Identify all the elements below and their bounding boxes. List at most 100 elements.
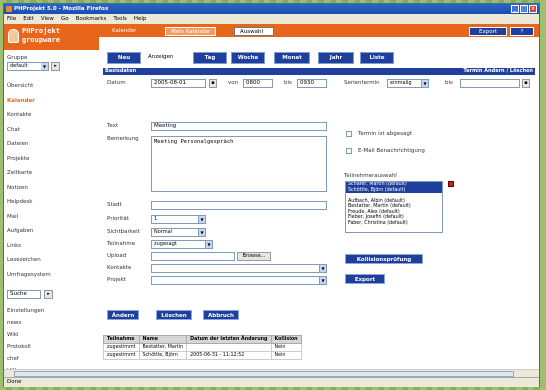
search-input[interactable]: Suche [7,290,41,299]
sichtbarkeit-select[interactable]: Normal ▼ [151,228,206,237]
upload-label: Upload [107,253,127,259]
serientermin-select[interactable]: einmalig ▼ [387,79,429,88]
tab-mein-kalender[interactable]: Mein Kalender [165,27,217,36]
sidebar-item[interactable]: Mail [7,214,18,220]
table-cell: Schöttle, Björn [138,351,188,360]
logo-icon [8,29,19,43]
chevron-down-icon: ▼ [198,216,205,223]
tag-button[interactable]: Tag [193,52,227,64]
sidebar-item[interactable]: Übersicht [7,83,33,89]
teilnehmer-listbox[interactable]: Schäfer, Martin (default) Schöttle, Björn… [345,181,443,233]
chevron-down-icon: ▼ [319,265,326,272]
jahr-button[interactable]: Jahr [318,52,354,64]
menu-tools[interactable]: Tools [113,14,127,24]
email-checkbox[interactable] [346,148,352,154]
horizontal-scrollbar[interactable] [4,369,539,377]
projekt-select[interactable]: ▼ [151,276,327,285]
liste-button[interactable]: Liste [360,52,394,64]
kontakte-select[interactable]: ▼ [151,264,327,273]
close-button[interactable]: × [529,5,537,13]
menu-go[interactable]: Go [61,14,69,24]
bis-label: bis [284,80,292,86]
kontakte-label: Kontakte [107,265,132,271]
sidebar-item[interactable]: Links [7,243,21,249]
menu-bookmarks[interactable]: Bookmarks [76,14,107,24]
sidebar-item[interactable]: Dateien [7,141,29,147]
sidebar-item[interactable]: Umfragesystem [7,272,51,278]
sidebar-item[interactable]: Aufgaben [7,228,33,234]
teilnahme-select[interactable]: zugesagt ▼ [151,240,213,249]
maximize-button[interactable]: □ [520,5,528,13]
menu-help[interactable]: Help [134,14,147,24]
woche-button[interactable]: Woche [231,52,265,64]
sidebar-item[interactable]: Projekte [7,156,29,162]
sidebar-item[interactable]: Einstellungen [7,308,44,314]
menu-view[interactable]: View [41,14,54,24]
chevron-down-icon: ▼ [205,241,212,248]
teilnahme-label: Teilnahme [107,241,135,247]
sidebar-item[interactable]: chef [7,356,19,362]
chevron-down-icon: ▼ [41,63,48,70]
table-cell: zugestimmt [103,351,140,360]
minimize-button[interactable]: _ [511,5,519,13]
export-button[interactable]: Export [345,274,385,284]
tab-kalender[interactable]: Kalender [107,27,141,36]
serie-bis-input[interactable] [460,79,520,88]
table-header: Datum der letzten Änderung [186,335,272,344]
upload-input[interactable] [151,252,235,261]
search-go-button[interactable]: ▸ [44,290,53,299]
firefox-icon [6,6,12,12]
table-cell: Nein [270,343,302,352]
table-cell: Bestatter, Martin [138,343,188,352]
menu-file[interactable]: File [7,14,16,24]
stadt-input[interactable] [151,201,327,210]
sidebar-item[interactable]: Kalender [7,98,35,104]
sidebar-item[interactable]: Notizen [7,185,28,191]
browse-button[interactable]: Browse... [237,252,271,261]
sidebar-item[interactable]: Helpdesk [7,199,32,205]
termin-aendern-link[interactable]: Termin Ändern / Löschen [463,68,533,75]
help-button[interactable]: ? [510,27,534,36]
abgesagt-label: Termin ist abgesagt [358,131,413,137]
calendar-icon[interactable]: ▪ [522,79,530,88]
bemerkung-textarea[interactable]: Meeting Personalgespräch [151,136,327,192]
neu-button[interactable]: Neu [107,52,141,64]
abbruch-button[interactable]: Abbruch [203,310,239,320]
sidebar-item[interactable]: Wiki [7,332,19,338]
sidebar-item[interactable]: Kontakte [7,112,31,118]
serientermin-label: Serientermin [344,80,380,86]
von-input[interactable]: 0800 [243,79,273,88]
abgesagt-checkbox[interactable] [346,131,352,137]
datum-input[interactable]: 2005-08-01 [151,79,206,88]
stadt-label: Stadt [107,202,122,208]
email-label: E-Mail Benachrichtigung [358,148,425,154]
group-label: Gruppe [7,55,28,61]
sidebar-item[interactable]: Protokoll [7,344,31,350]
group-select[interactable]: default ▼ [7,62,49,71]
sidebar-item[interactable]: news [7,320,21,326]
calendar-icon[interactable]: ▪ [209,79,217,88]
bis-input[interactable]: 0930 [297,79,327,88]
tab-auswahl[interactable]: Auswahl [234,27,274,36]
export-top-button[interactable]: Export [469,27,507,36]
prioritaet-select[interactable]: 1 ▼ [151,215,206,224]
loeschen-button[interactable]: Löschen [156,310,192,320]
sidebar-item[interactable]: Zeitkarte [7,170,32,176]
sichtbarkeit-label: Sichtbarkeit [107,229,140,235]
text-input[interactable]: Meeting [151,122,327,131]
monat-button[interactable]: Monat [274,52,310,64]
remove-participant-icon[interactable] [448,181,454,187]
group-go-button[interactable]: ▸ [51,62,60,71]
history-table: Teilnahme Name Datum der letzten Änderung K… [103,335,302,360]
menu-edit[interactable]: Edit [23,14,34,24]
window-title: PHProjekt 5.0 - Mozilla Firefox [14,6,109,12]
table-row: zugestimmt Schöttle, Björn 2005-06-31 - 11… [103,351,302,360]
kollisionspruefung-button[interactable]: Kollisionsprüfung [345,254,423,264]
list-item[interactable]: Faber, Christina (default) [346,221,442,227]
aendern-button[interactable]: Ändern [107,310,139,320]
table-row: zugestimmt Bestatter, Martin Nein [103,343,302,352]
logo: PHProjekt groupware [4,24,99,50]
sidebar-item[interactable]: Lesezeichen [7,257,41,263]
logo-line2: groupware [22,36,60,44]
sidebar-item[interactable]: Chat [7,127,20,133]
